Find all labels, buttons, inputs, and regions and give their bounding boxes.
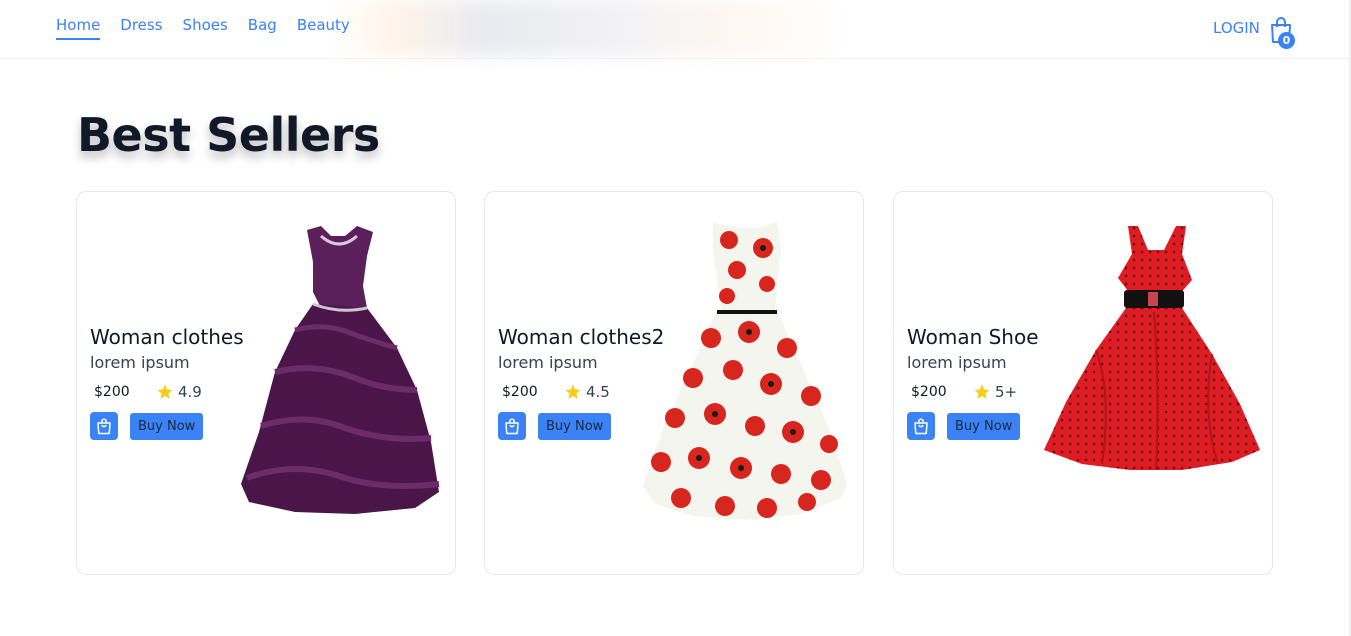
product-price: $200: [94, 384, 130, 400]
nav-link-home[interactable]: Home: [56, 16, 101, 40]
shopping-bag-icon: [505, 418, 519, 435]
red-polka-dot-halter-dress-image: [1044, 226, 1260, 471]
product-description: lorem ipsum: [90, 353, 190, 372]
product-card: Woman Shoe lorem ipsum $200 5+ Buy Now: [893, 191, 1273, 575]
top-navbar: Home Dress Shoes Bag Beauty LOGIN 0: [0, 0, 1351, 59]
shopping-bag-icon: [97, 418, 111, 435]
product-price: $200: [911, 384, 947, 400]
product-card: Woman clothes lorem ipsum $200 4.9 Buy N…: [76, 191, 456, 575]
product-info: Woman Shoe lorem ipsum $200 5+ Buy Now: [907, 325, 1039, 440]
nav-link-beauty[interactable]: Beauty: [297, 16, 350, 40]
product-name: Woman clothes2: [498, 325, 665, 349]
nav-link-dress[interactable]: Dress: [120, 16, 162, 40]
cart-button[interactable]: 0: [1269, 16, 1297, 50]
shopping-bag-icon: [914, 418, 928, 435]
buy-now-button[interactable]: Buy Now: [130, 412, 204, 440]
product-rating: 5+: [995, 383, 1018, 401]
product-meta: $200 4.9: [90, 382, 244, 402]
main-nav: Home Dress Shoes Bag Beauty: [56, 16, 370, 40]
cart-count-badge: 0: [1278, 32, 1295, 49]
product-price: $200: [502, 384, 538, 400]
product-description: lorem ipsum: [907, 353, 1007, 372]
section-title: Best Sellers: [77, 108, 380, 162]
purple-ruffled-gown-image: [241, 226, 440, 514]
product-description: lorem ipsum: [498, 353, 598, 372]
product-info: Woman clothes2 lorem ipsum $200 4.5 Buy …: [498, 325, 664, 440]
product-name: Woman clothes: [90, 325, 244, 349]
red-poppy-print-dress-image: [643, 222, 847, 520]
product-card: Woman clothes2 lorem ipsum $200 4.5 Buy …: [484, 191, 864, 575]
product-actions: Buy Now: [90, 412, 244, 440]
star-icon: [157, 384, 173, 399]
add-to-cart-button[interactable]: [498, 412, 526, 440]
buy-now-button[interactable]: Buy Now: [947, 412, 1021, 440]
product-name: Woman Shoe: [907, 325, 1039, 349]
navbar-background-blur: [330, 0, 850, 56]
product-rating: 4.5: [586, 383, 610, 401]
product-rating: 4.9: [178, 383, 202, 401]
buy-now-button[interactable]: Buy Now: [538, 412, 612, 440]
product-info: Woman clothes lorem ipsum $200 4.9 Buy N…: [90, 325, 244, 440]
product-actions: Buy Now: [498, 412, 664, 440]
add-to-cart-button[interactable]: [907, 412, 935, 440]
nav-link-bag[interactable]: Bag: [248, 16, 277, 40]
login-link[interactable]: LOGIN: [1213, 19, 1260, 37]
star-icon: [974, 384, 990, 399]
product-meta: $200 5+: [907, 382, 1039, 402]
star-icon: [565, 384, 581, 399]
product-meta: $200 4.5: [498, 382, 664, 402]
nav-link-shoes[interactable]: Shoes: [183, 16, 228, 40]
product-actions: Buy Now: [907, 412, 1039, 440]
add-to-cart-button[interactable]: [90, 412, 118, 440]
